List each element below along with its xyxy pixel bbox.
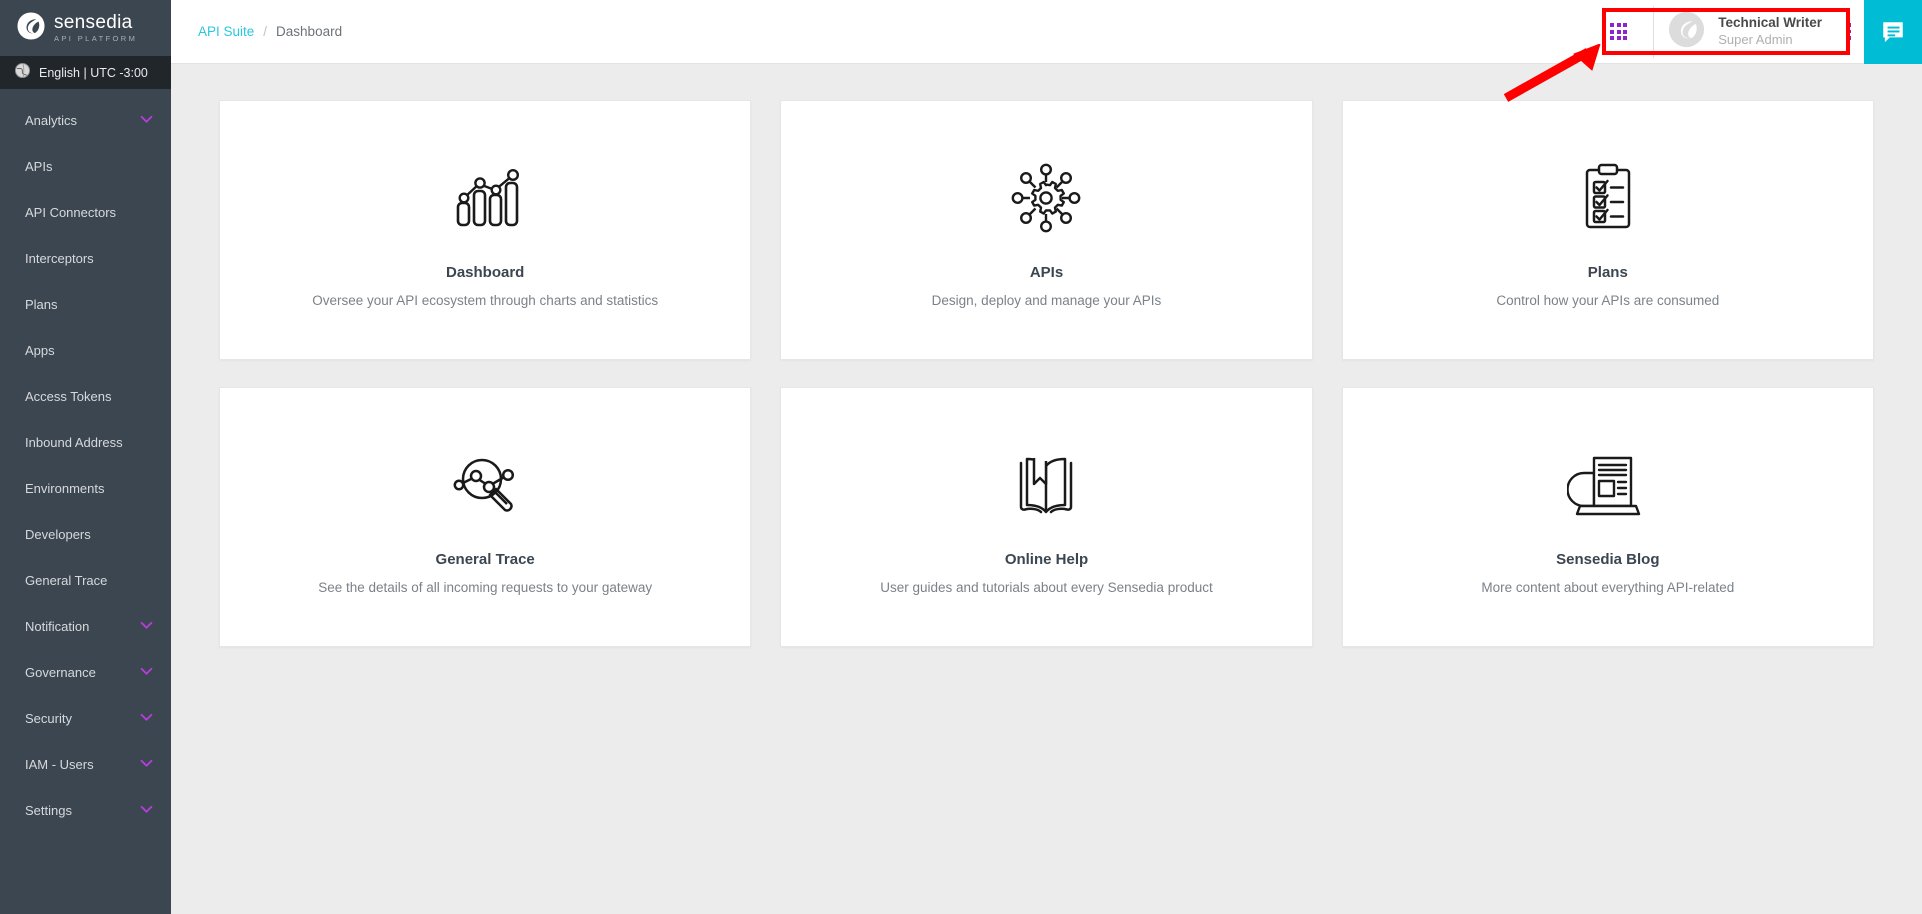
content-area: Dashboard Oversee your API ecosystem thr… bbox=[171, 64, 1922, 914]
sidebar-item-label: Analytics bbox=[25, 112, 78, 128]
sidebar-item-interceptors[interactable]: Interceptors bbox=[0, 235, 171, 281]
card-plans[interactable]: Plans Control how your APIs are consumed bbox=[1341, 100, 1874, 360]
card-title: Plans bbox=[1587, 264, 1628, 281]
top-bar-actions: Technical Writer Super Admin bbox=[1610, 0, 1922, 64]
sidebar-item-general-trace[interactable]: General Trace bbox=[0, 557, 171, 603]
bar-chart-line-icon bbox=[444, 152, 526, 244]
card-description: Control how your APIs are consumed bbox=[1496, 293, 1720, 308]
sidebar-item-label: Notification bbox=[25, 618, 90, 634]
user-block[interactable]: Technical Writer Super Admin bbox=[1653, 5, 1826, 58]
card-title: Dashboard bbox=[445, 264, 525, 281]
sidebar-item-apis[interactable]: APIs bbox=[0, 143, 171, 189]
sidebar-item-governance[interactable]: Governance bbox=[0, 649, 171, 695]
magnifier-network-icon bbox=[444, 439, 526, 531]
sidebar-item-label: IAM - Users bbox=[25, 756, 94, 772]
card-description: User guides and tutorials about every Se… bbox=[880, 580, 1213, 595]
card-description: More content about everything API-relate… bbox=[1481, 580, 1735, 595]
main-column: API Suite / Dashboard Technical Writer S… bbox=[171, 0, 1922, 914]
sidebar-item-iam-users[interactable]: IAM - Users bbox=[0, 741, 171, 787]
sidebar-item-security[interactable]: Security bbox=[0, 695, 171, 741]
sidebar-item-settings[interactable]: Settings bbox=[0, 787, 171, 833]
sidebar-item-environments[interactable]: Environments bbox=[0, 465, 171, 511]
chevron-down-icon bbox=[140, 755, 153, 773]
chevron-down-icon bbox=[140, 617, 153, 635]
logo-text: sensedia API PLATFORM bbox=[54, 13, 137, 43]
sidebar-item-api-connectors[interactable]: API Connectors bbox=[0, 189, 171, 235]
sidebar-item-label: Developers bbox=[25, 526, 91, 542]
chat-bubble-icon[interactable] bbox=[1864, 0, 1922, 64]
sidebar-item-label: Inbound Address bbox=[25, 434, 123, 450]
sidebar-item-label: General Trace bbox=[25, 572, 108, 588]
sidebar-item-notification[interactable]: Notification bbox=[0, 603, 171, 649]
breadcrumb-current-dashboard: Dashboard bbox=[276, 24, 343, 39]
sidebar-item-inbound-address[interactable]: Inbound Address bbox=[0, 419, 171, 465]
user-text: Technical Writer Super Admin bbox=[1718, 15, 1822, 48]
user-avatar-icon bbox=[1668, 11, 1718, 53]
card-sensedia-blog[interactable]: Sensedia Blog More content about everyth… bbox=[1341, 387, 1874, 647]
card-description: See the details of all incoming requests… bbox=[318, 580, 653, 595]
sidebar: sensedia API PLATFORM English | UTC -3:0… bbox=[0, 0, 171, 914]
sidebar-item-label: Access Tokens bbox=[25, 388, 112, 404]
app-root: sensedia API PLATFORM English | UTC -3:0… bbox=[0, 0, 1922, 914]
sidebar-item-label: Security bbox=[25, 710, 72, 726]
sidebar-nav: Analytics APIs API Connectors Intercepto… bbox=[0, 89, 171, 914]
sidebar-item-label: Apps bbox=[25, 342, 55, 358]
logo-subtitle: API PLATFORM bbox=[54, 34, 138, 44]
sidebar-item-access-tokens[interactable]: Access Tokens bbox=[0, 373, 171, 419]
shortcut-card-grid: Dashboard Oversee your API ecosystem thr… bbox=[219, 100, 1874, 647]
card-description: Oversee your API ecosystem through chart… bbox=[312, 293, 659, 308]
sidebar-item-label: Environments bbox=[25, 480, 105, 496]
card-title: Online Help bbox=[1004, 551, 1089, 568]
sidebar-item-developers[interactable]: Developers bbox=[0, 511, 171, 557]
sidebar-item-label: APIs bbox=[25, 158, 53, 174]
card-title: Sensedia Blog bbox=[1556, 551, 1660, 568]
sidebar-item-label: Governance bbox=[25, 664, 96, 680]
globe-icon bbox=[14, 62, 31, 84]
breadcrumb-separator: / bbox=[263, 24, 268, 39]
chevron-down-icon bbox=[140, 111, 153, 129]
card-apis[interactable]: APIs Design, deploy and manage your APIs bbox=[780, 100, 1313, 360]
sidebar-item-apps[interactable]: Apps bbox=[0, 327, 171, 373]
sidebar-item-label: Interceptors bbox=[25, 250, 94, 266]
sidebar-logo[interactable]: sensedia API PLATFORM bbox=[0, 0, 171, 56]
user-role: Super Admin bbox=[1718, 31, 1793, 47]
card-dashboard[interactable]: Dashboard Oversee your API ecosystem thr… bbox=[219, 100, 752, 360]
sidebar-item-label: API Connectors bbox=[25, 204, 117, 220]
language-label: English | UTC -3:00 bbox=[39, 65, 148, 80]
breadcrumb-link-api-suite[interactable]: API Suite bbox=[198, 24, 254, 39]
card-online-help[interactable]: Online Help User guides and tutorials ab… bbox=[780, 387, 1313, 647]
newspaper-laptop-icon bbox=[1566, 439, 1649, 531]
kebab-menu-icon[interactable] bbox=[1834, 0, 1864, 64]
user-name: Technical Writer bbox=[1718, 14, 1822, 30]
sidebar-item-plans[interactable]: Plans bbox=[0, 281, 171, 327]
sensedia-logo-icon bbox=[16, 11, 46, 46]
breadcrumb: API Suite / Dashboard bbox=[171, 24, 342, 39]
chevron-down-icon bbox=[140, 663, 153, 681]
language-timezone-selector[interactable]: English | UTC -3:00 bbox=[0, 56, 171, 89]
chevron-down-icon bbox=[140, 709, 153, 727]
gear-network-icon bbox=[1005, 152, 1087, 244]
clipboard-checklist-icon bbox=[1567, 152, 1649, 244]
sidebar-item-label: Plans bbox=[25, 296, 58, 312]
chevron-down-icon bbox=[140, 801, 153, 819]
sidebar-item-label: Settings bbox=[25, 802, 72, 818]
card-description: Design, deploy and manage your APIs bbox=[931, 293, 1162, 308]
logo-wordmark: sensedia bbox=[54, 12, 133, 34]
card-general-trace[interactable]: General Trace See the details of all inc… bbox=[219, 387, 752, 647]
grid-apps-icon[interactable] bbox=[1610, 23, 1628, 40]
card-title: APIs bbox=[1029, 264, 1064, 281]
sidebar-item-analytics[interactable]: Analytics bbox=[0, 97, 171, 143]
card-title: General Trace bbox=[435, 551, 535, 568]
top-bar: API Suite / Dashboard Technical Writer S… bbox=[171, 0, 1922, 64]
open-book-bookmark-icon bbox=[1005, 439, 1087, 531]
